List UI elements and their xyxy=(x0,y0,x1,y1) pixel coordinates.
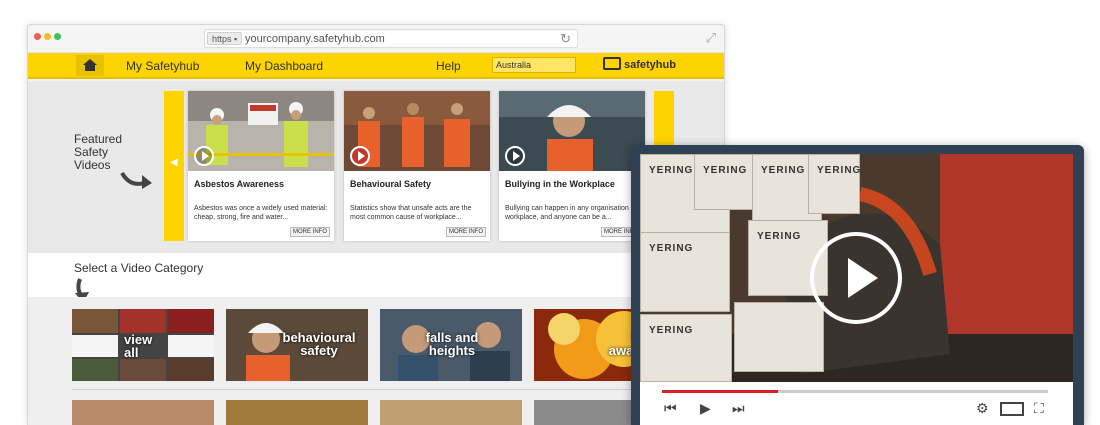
brand-logo[interactable]: safetyhub xyxy=(603,57,676,71)
category-tile-view-all[interactable]: view all xyxy=(72,309,214,381)
box: YERING xyxy=(808,154,860,214)
box-label: YERING xyxy=(757,231,802,242)
fullscreen-icon[interactable]: ⛶ xyxy=(1034,400,1044,417)
category-tile-behavioural-safety[interactable]: behavioural safety xyxy=(226,309,368,381)
card-description: Asbestos was once a widely used material… xyxy=(194,205,328,221)
box: YERING xyxy=(694,154,754,210)
category-tile[interactable] xyxy=(380,400,522,425)
https-badge: https ▪ xyxy=(207,32,243,45)
fullscreen-icon[interactable]: ⤢ xyxy=(706,30,716,46)
nav-my-safetyhub[interactable]: My Safetyhub xyxy=(126,59,199,73)
tile-label: behavioural safety xyxy=(282,330,356,358)
divider xyxy=(72,389,672,390)
featured-card[interactable]: Asbestos Awareness Asbestos was once a w… xyxy=(188,91,334,241)
box: YERING xyxy=(640,232,730,312)
address-bar[interactable]: https ▪ yourcompany.safetyhub.com ↻ xyxy=(204,29,578,48)
card-title: Bullying in the Workplace xyxy=(505,179,615,189)
category-heading: Select a Video Category xyxy=(74,261,204,275)
country-select[interactable]: Australia xyxy=(492,57,576,73)
box-label: YERING xyxy=(649,243,694,254)
featured-card[interactable]: Bullying in the Workplace Bullying can h… xyxy=(499,91,645,241)
progress-fill xyxy=(662,390,778,393)
browser-window: https ▪ yourcompany.safetyhub.com ↻ ⤢ My… xyxy=(27,24,725,425)
curved-arrow-icon xyxy=(120,171,152,189)
url-text: yourcompany.safetyhub.com xyxy=(245,33,385,45)
skip-back-icon[interactable]: ⏮ xyxy=(664,400,677,417)
category-header: Select a Video Category xyxy=(28,253,724,303)
featured-carousel: ◀ Asbestos Awareness Asbestos was once a… xyxy=(164,91,674,241)
player-controls: ⏮ ▶ ⏭ ⚙ ⛶ xyxy=(640,382,1073,425)
chevron-left-icon: ◀ xyxy=(170,157,178,168)
reload-icon[interactable]: ↻ xyxy=(560,31,571,47)
minimize-window-button[interactable] xyxy=(44,33,51,40)
brand-name: safetyhub xyxy=(624,59,676,71)
box-label: YERING xyxy=(649,325,694,336)
home-icon xyxy=(83,59,97,71)
featured-heading: Featured Safety Videos xyxy=(74,132,123,172)
box-label: YERING xyxy=(761,165,806,176)
box-label: YERING xyxy=(649,165,694,176)
box-label: YERING xyxy=(817,165,862,176)
box xyxy=(734,302,824,372)
site-navbar: My Safetyhub My Dashboard Help Australia… xyxy=(28,53,724,79)
nav-my-dashboard[interactable]: My Dashboard xyxy=(245,59,323,73)
more-info-button[interactable]: MORE INFO xyxy=(290,227,330,237)
browser-toolbar: https ▪ yourcompany.safetyhub.com ↻ ⤢ xyxy=(28,25,724,53)
category-grid: view all behavioural safety falls and he… xyxy=(28,297,724,425)
folder-icon xyxy=(603,57,621,70)
card-title: Behavioural Safety xyxy=(350,179,432,189)
play-icon[interactable] xyxy=(505,146,525,166)
theater-mode-icon[interactable] xyxy=(1000,402,1024,416)
more-info-button[interactable]: MORE INFO xyxy=(446,227,486,237)
nav-help[interactable]: Help xyxy=(436,59,461,73)
video-frame[interactable]: YERING YERING YERING YERING YERING YERIN… xyxy=(640,154,1073,382)
featured-section: Featured Safety Videos ◀ Asbestos Awaren… xyxy=(28,81,724,253)
gear-icon[interactable]: ⚙ xyxy=(976,400,989,417)
card-description: Bullying can happen in any organisation … xyxy=(505,205,637,221)
category-tile-falls-and-heights[interactable]: falls and heights xyxy=(380,309,522,381)
skip-forward-icon[interactable]: ⏭ xyxy=(732,400,745,417)
play-icon[interactable] xyxy=(194,146,214,166)
close-window-button[interactable] xyxy=(34,33,41,40)
featured-card[interactable]: Behavioural Safety Statistics show that … xyxy=(344,91,490,241)
carousel-prev-button[interactable]: ◀ xyxy=(164,91,184,241)
progress-bar[interactable] xyxy=(662,390,1048,393)
tile-label: falls and heights xyxy=(425,330,479,358)
category-tile[interactable] xyxy=(72,400,214,425)
big-play-button[interactable] xyxy=(810,232,902,324)
home-button[interactable] xyxy=(76,55,104,76)
lock-icon: ▪ xyxy=(234,34,238,44)
maximize-window-button[interactable] xyxy=(54,33,61,40)
play-icon[interactable] xyxy=(350,146,370,166)
card-title: Asbestos Awareness xyxy=(194,179,285,189)
box-label: YERING xyxy=(703,165,748,176)
video-player: YERING YERING YERING YERING YERING YERIN… xyxy=(631,145,1084,425)
play-icon[interactable]: ▶ xyxy=(700,400,711,417)
box: YERING xyxy=(640,314,732,382)
category-tile[interactable] xyxy=(226,400,368,425)
tile-label: view all xyxy=(124,332,153,360)
card-description: Statistics show that unsafe acts are the… xyxy=(350,205,472,221)
